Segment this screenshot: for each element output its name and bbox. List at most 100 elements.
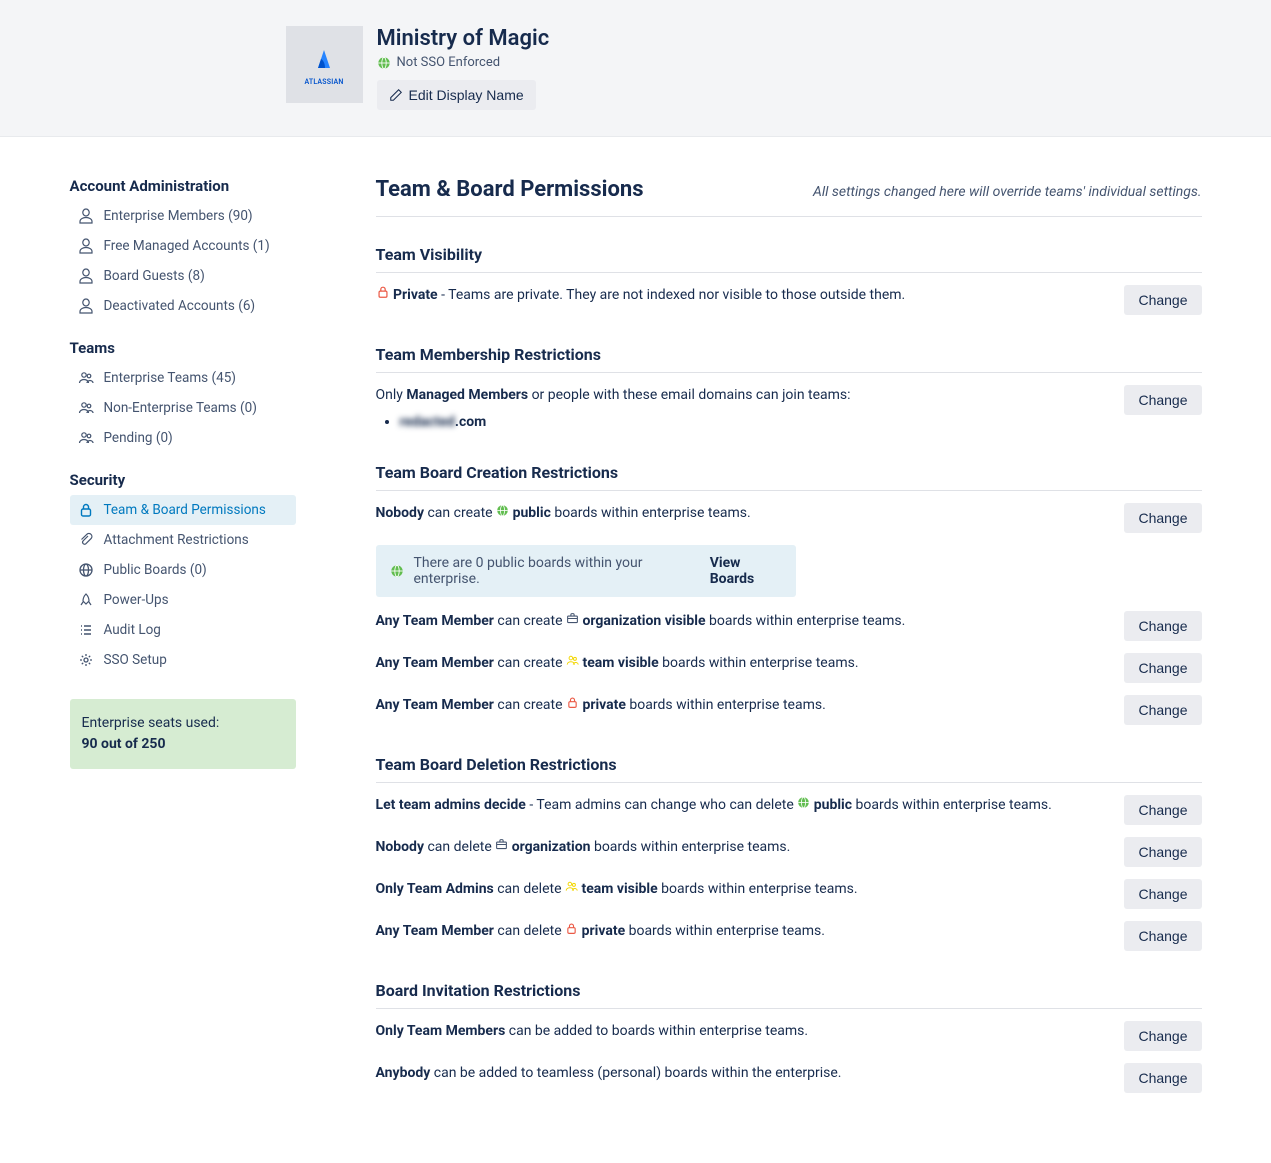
- sso-status: Not SSO Enforced: [377, 55, 550, 70]
- deletion-row-org: Nobody can delete organization boards wi…: [376, 837, 1202, 867]
- people-icon: [78, 370, 94, 386]
- change-button[interactable]: Change: [1124, 611, 1201, 641]
- sidebar-item-pending-teams[interactable]: Pending (0): [70, 423, 296, 453]
- lock-icon: [565, 923, 578, 939]
- change-button[interactable]: Change: [1124, 1063, 1201, 1093]
- invitation-row-teamless: Anybody can be added to teamless (person…: [376, 1063, 1202, 1093]
- main-content: Team & Board Permissions All settings ch…: [376, 177, 1202, 1123]
- section-membership: Team Membership Restrictions Only Manage…: [376, 345, 1202, 433]
- sidebar-item-enterprise-teams[interactable]: Enterprise Teams (45): [70, 363, 296, 393]
- logo-word: ATLASSIAN: [304, 78, 343, 86]
- deletion-row-team: Only Team Admins can delete team visible…: [376, 879, 1202, 909]
- clip-icon: [78, 532, 94, 548]
- edit-display-name-button[interactable]: Edit Display Name: [377, 80, 536, 110]
- lock-icon: [566, 697, 579, 713]
- sidebar-item-label: Free Managed Accounts (1): [104, 238, 270, 254]
- sidebar-heading-account: Account Administration: [70, 177, 296, 195]
- seats-value: 90 out of 250: [82, 734, 284, 755]
- globe-icon: [496, 505, 509, 521]
- sidebar-item-team-board-permissions[interactable]: Team & Board Permissions: [70, 495, 296, 525]
- domain-suffix: .com: [455, 414, 486, 430]
- sidebar-item-public-boards[interactable]: Public Boards (0): [70, 555, 296, 585]
- section-title: Team Visibility: [376, 245, 1202, 273]
- sidebar-heading-security: Security: [70, 471, 296, 489]
- domain-blur: redacted: [400, 414, 455, 430]
- sidebar-item-label: Attachment Restrictions: [104, 532, 249, 548]
- change-button[interactable]: Change: [1124, 695, 1201, 725]
- sidebar-item-label: SSO Setup: [104, 652, 167, 668]
- rocket-icon: [78, 592, 94, 608]
- sso-status-label: Not SSO Enforced: [397, 55, 501, 70]
- sidebar-item-label: Deactivated Accounts (6): [104, 298, 256, 314]
- creation-row-team: Any Team Member can create team visible …: [376, 653, 1202, 683]
- sidebar-item-label: Power-Ups: [104, 592, 169, 608]
- deletion-row-private: Any Team Member can delete private board…: [376, 921, 1202, 951]
- sidebar-item-label: Pending (0): [104, 430, 173, 446]
- briefcase-icon: [495, 839, 508, 855]
- sidebar-item-label: Enterprise Members (90): [104, 208, 253, 224]
- sidebar-item-label: Enterprise Teams (45): [104, 370, 236, 386]
- change-button[interactable]: Change: [1124, 921, 1201, 951]
- invitation-row-team: Only Team Members can be added to boards…: [376, 1021, 1202, 1051]
- briefcase-icon: [566, 613, 579, 629]
- list-icon: [78, 622, 94, 638]
- section-title: Team Membership Restrictions: [376, 345, 1202, 373]
- section-team-visibility: Team Visibility Private - Teams are priv…: [376, 245, 1202, 315]
- sidebar-item-label: Audit Log: [104, 622, 161, 638]
- visibility-rest: - Teams are private. They are not indexe…: [438, 287, 906, 303]
- edit-button-label: Edit Display Name: [409, 87, 524, 103]
- sidebar-item-board-guests[interactable]: Board Guests (8): [70, 261, 296, 291]
- sidebar-item-label: Team & Board Permissions: [104, 502, 266, 518]
- seats-label: Enterprise seats used:: [82, 713, 284, 734]
- sidebar-item-attachment-restrictions[interactable]: Attachment Restrictions: [70, 525, 296, 555]
- people-icon: [566, 655, 579, 671]
- sidebar-item-label: Public Boards (0): [104, 562, 207, 578]
- sidebar-item-power-ups[interactable]: Power-Ups: [70, 585, 296, 615]
- creation-row-org: Any Team Member can create organization …: [376, 611, 1202, 641]
- people-icon: [565, 881, 578, 897]
- globe-icon: [390, 564, 404, 578]
- lock-icon: [376, 287, 390, 303]
- globe-icon: [78, 562, 94, 578]
- visibility-bold: Private: [393, 287, 438, 303]
- change-button[interactable]: Change: [1124, 879, 1201, 909]
- person-icon: [78, 238, 94, 254]
- public-boards-banner: There are 0 public boards within your en…: [376, 545, 796, 597]
- change-button[interactable]: Change: [1124, 653, 1201, 683]
- person-icon: [78, 298, 94, 314]
- sidebar-item-non-enterprise-teams[interactable]: Non-Enterprise Teams (0): [70, 393, 296, 423]
- sidebar-item-label: Non-Enterprise Teams (0): [104, 400, 257, 416]
- creation-row-private: Any Team Member can create private board…: [376, 695, 1202, 725]
- change-button[interactable]: Change: [1124, 1021, 1201, 1051]
- sidebar-item-deactivated-accounts[interactable]: Deactivated Accounts (6): [70, 291, 296, 321]
- page-head: Team & Board Permissions All settings ch…: [376, 177, 1202, 217]
- domain-list: redacted.com: [400, 412, 1105, 433]
- section-title: Team Board Deletion Restrictions: [376, 755, 1202, 783]
- membership-suffix: or people with these email domains can j…: [528, 387, 850, 403]
- sidebar-item-audit-log[interactable]: Audit Log: [70, 615, 296, 645]
- org-title: Ministry of Magic: [377, 26, 550, 51]
- atlassian-icon: [308, 44, 340, 76]
- page-title: Team & Board Permissions: [376, 177, 644, 202]
- membership-row: Only Managed Members or people with thes…: [376, 385, 1202, 433]
- deletion-row-public: Let team admins decide - Team admins can…: [376, 795, 1202, 825]
- sidebar-heading-teams: Teams: [70, 339, 296, 357]
- view-boards-link[interactable]: View Boards: [710, 555, 782, 587]
- section-title: Board Invitation Restrictions: [376, 981, 1202, 1009]
- sidebar-item-sso-setup[interactable]: SSO Setup: [70, 645, 296, 675]
- change-button[interactable]: Change: [1124, 795, 1201, 825]
- change-button[interactable]: Change: [1124, 837, 1201, 867]
- change-button[interactable]: Change: [1124, 385, 1201, 415]
- membership-bold: Managed Members: [406, 387, 528, 403]
- sidebar-item-label: Board Guests (8): [104, 268, 205, 284]
- change-button[interactable]: Change: [1124, 503, 1201, 533]
- globe-icon: [797, 797, 810, 813]
- visibility-row: Private - Teams are private. They are no…: [376, 285, 1202, 315]
- sidebar-item-enterprise-members[interactable]: Enterprise Members (90): [70, 201, 296, 231]
- change-button[interactable]: Change: [1124, 285, 1201, 315]
- org-logo: ATLASSIAN: [286, 26, 363, 103]
- sidebar-item-free-managed-accounts[interactable]: Free Managed Accounts (1): [70, 231, 296, 261]
- person-icon: [78, 268, 94, 284]
- pencil-icon: [389, 88, 403, 102]
- sidebar: Account Administration Enterprise Member…: [70, 177, 296, 1123]
